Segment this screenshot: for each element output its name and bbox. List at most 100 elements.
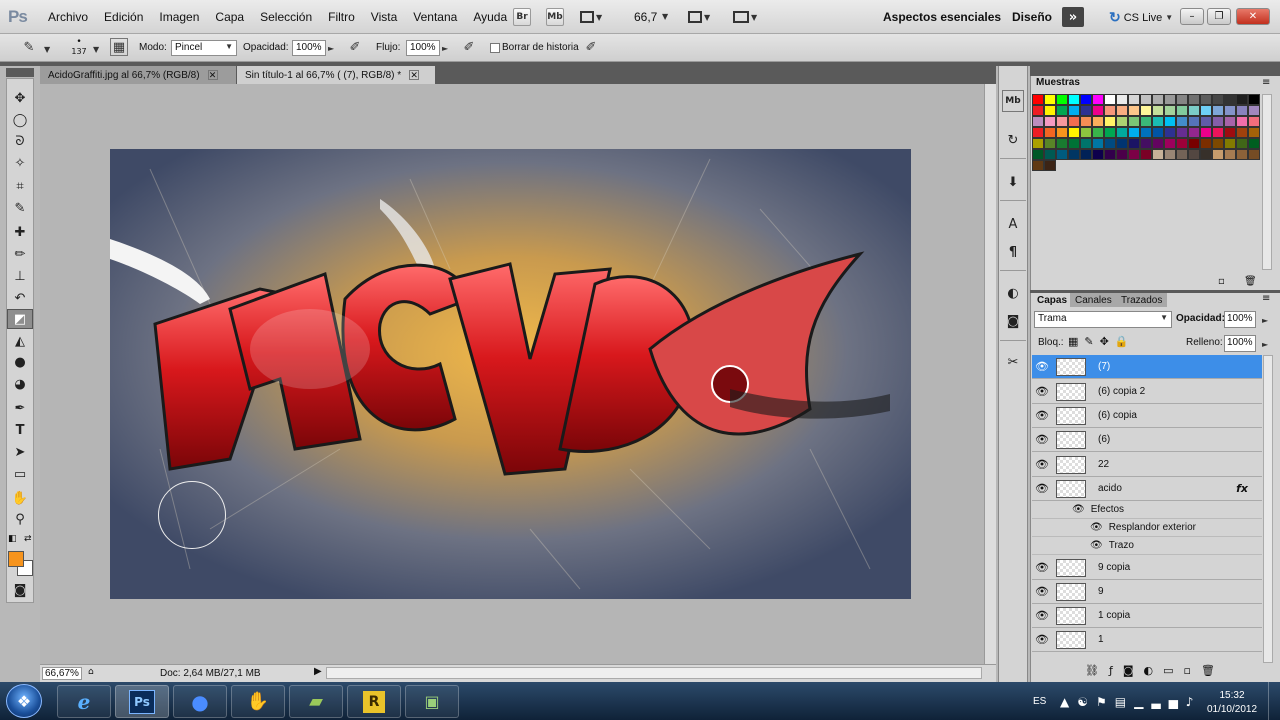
quick-selection-tool-icon[interactable]: ✧ <box>7 153 33 173</box>
color-swatch[interactable] <box>1128 127 1140 138</box>
layer-row[interactable]: 👁 (6) copia 2 <box>1032 380 1262 404</box>
status-zoom-field[interactable]: 66,67% <box>42 667 82 680</box>
color-swatch[interactable] <box>1044 138 1056 149</box>
lock-transparency-icon[interactable]: ▦ <box>1068 335 1084 348</box>
eyedropper-tool-icon[interactable]: ✎ <box>7 198 33 218</box>
layer-row[interactable]: 👁 (6) copia <box>1032 404 1262 428</box>
color-swatch[interactable] <box>1044 160 1056 171</box>
taskbar-app-green[interactable]: ▰ <box>289 685 343 718</box>
add-mask-icon[interactable]: ◙ <box>1123 664 1144 677</box>
type-tool-icon[interactable]: T <box>7 420 33 440</box>
color-swatch[interactable] <box>1152 116 1164 127</box>
color-swatch[interactable] <box>1164 94 1176 105</box>
menu-edicion[interactable]: Edición <box>96 10 151 24</box>
color-swatch[interactable] <box>1164 105 1176 116</box>
color-swatch[interactable] <box>1032 94 1044 105</box>
color-swatch[interactable] <box>1224 94 1236 105</box>
lock-pixels-icon[interactable]: ✎ <box>1084 335 1099 348</box>
flow-input[interactable]: 100% <box>406 40 440 56</box>
swatches-scrollbar[interactable] <box>1262 94 1272 270</box>
visibility-eye-icon[interactable]: 👁 <box>1032 433 1052 446</box>
color-swatch[interactable] <box>1068 127 1080 138</box>
layer-row[interactable]: 👁 1 copia <box>1032 604 1262 628</box>
chevron-right-icon[interactable]: ► <box>328 44 334 53</box>
menu-archivo[interactable]: Archivo <box>40 10 96 24</box>
color-swatch[interactable] <box>1212 105 1224 116</box>
network-icon[interactable]: ▁▃▅ <box>1134 695 1186 709</box>
color-swatch[interactable] <box>1236 138 1248 149</box>
color-swatch[interactable] <box>1032 160 1044 171</box>
canvas-vertical-scrollbar[interactable] <box>984 84 996 664</box>
color-swatch[interactable] <box>1116 127 1128 138</box>
lock-position-icon[interactable]: ✥ <box>1100 335 1115 348</box>
tab-canales[interactable]: Canales <box>1070 293 1117 307</box>
layer-row[interactable]: 👁 22 <box>1032 453 1262 477</box>
visibility-eye-icon[interactable]: 👁 <box>1032 458 1052 471</box>
color-swatch[interactable] <box>1140 116 1152 127</box>
color-swatch[interactable] <box>1140 105 1152 116</box>
menu-seleccion[interactable]: Selección <box>252 10 320 24</box>
airbrush-icon[interactable]: ✐ <box>460 38 478 56</box>
new-group-icon[interactable]: ▭ <box>1163 664 1183 677</box>
color-swatch[interactable] <box>1140 149 1152 160</box>
color-swatch[interactable] <box>1092 127 1104 138</box>
workspace-essentials[interactable]: Aspectos esenciales <box>883 10 1001 24</box>
color-swatch[interactable] <box>1176 116 1188 127</box>
color-swatch[interactable] <box>1032 138 1044 149</box>
tray-language[interactable]: ES <box>1033 696 1046 707</box>
chevron-right-icon[interactable]: ► <box>1262 340 1268 349</box>
color-swatch[interactable] <box>1080 149 1092 160</box>
color-swatch[interactable] <box>1068 149 1080 160</box>
color-swatch[interactable] <box>1056 94 1068 105</box>
zoom-level-field[interactable]: 66,7 <box>634 10 657 24</box>
color-swatch[interactable] <box>1248 94 1260 105</box>
color-swatch[interactable] <box>1056 116 1068 127</box>
status-info-icon[interactable]: ⌂ <box>88 667 94 677</box>
color-swatch[interactable] <box>1032 149 1044 160</box>
clone-stamp-tool-icon[interactable]: ⊥ <box>7 266 33 286</box>
minibridge-button[interactable]: Mb <box>546 8 564 26</box>
brush-size-picker[interactable]: • 137 <box>66 37 92 61</box>
color-swatch[interactable] <box>1068 116 1080 127</box>
pressure-size-icon[interactable]: ✐ <box>582 38 600 56</box>
blur-tool-icon[interactable]: ● <box>7 352 33 372</box>
layer-effects-badge[interactable]: fx <box>1236 482 1248 495</box>
color-swatch[interactable] <box>1200 127 1212 138</box>
close-icon[interactable]: ✕ <box>207 70 218 80</box>
quick-mask-icon[interactable]: ◙ <box>7 580 33 600</box>
minimize-button[interactable]: – <box>1180 8 1204 25</box>
color-swatch[interactable] <box>1212 138 1224 149</box>
screen-mode-button[interactable]: ▼ <box>733 9 763 25</box>
paragraph-panel-icon[interactable]: ¶ <box>1002 241 1024 263</box>
zoom-tool-icon[interactable]: ⚲ <box>7 509 33 529</box>
foreground-color-swatch[interactable] <box>8 551 24 567</box>
trash-icon[interactable]: 🗑 <box>1244 276 1257 287</box>
color-swatch[interactable] <box>1224 149 1236 160</box>
color-swatch[interactable] <box>1140 127 1152 138</box>
tab-trazados[interactable]: Trazados <box>1116 293 1168 307</box>
visibility-eye-icon[interactable]: 👁 <box>1032 609 1052 622</box>
color-swatch[interactable] <box>1104 127 1116 138</box>
dodge-tool-icon[interactable]: ◕ <box>7 374 33 394</box>
color-swatch[interactable] <box>1188 116 1200 127</box>
layer-row[interactable]: 👁 9 copia <box>1032 556 1262 580</box>
color-swatch[interactable] <box>1224 138 1236 149</box>
blend-mode-select[interactable]: Trama ▼ <box>1034 311 1172 328</box>
color-swatch[interactable] <box>1044 94 1056 105</box>
volume-icon[interactable]: ♪ <box>1186 695 1202 709</box>
taskbar-app-paw[interactable]: ✋ <box>231 685 285 718</box>
color-swatch[interactable] <box>1188 149 1200 160</box>
view-extras-button[interactable]: ▼ <box>580 9 610 25</box>
layer-row[interactable]: 👁 (6) <box>1032 428 1262 452</box>
color-swatch[interactable] <box>1044 116 1056 127</box>
chevron-right-icon[interactable]: ► <box>1262 316 1268 325</box>
adjustments-panel-icon[interactable]: ◐ <box>1002 282 1024 304</box>
menu-ventana[interactable]: Ventana <box>405 10 465 24</box>
color-swatch[interactable] <box>1080 105 1092 116</box>
color-swatch[interactable] <box>1104 116 1116 127</box>
layer-row[interactable]: 👁 (7) <box>1032 355 1262 379</box>
eraser-tool-icon[interactable]: ◩ <box>7 309 33 329</box>
cs-live-button[interactable]: ↻ CS Live ▼ <box>1109 9 1173 26</box>
color-swatch[interactable] <box>1176 149 1188 160</box>
trash-icon[interactable]: 🗑 <box>1201 664 1225 677</box>
